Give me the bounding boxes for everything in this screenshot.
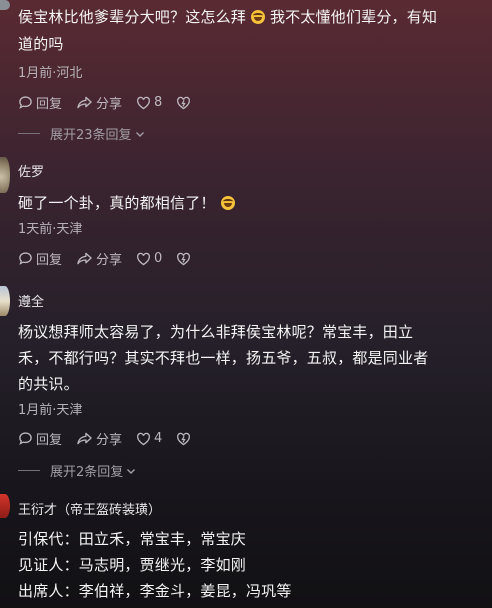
like-button[interactable]: 4	[136, 431, 162, 446]
comment-actions: 回复 分享 8	[18, 93, 208, 112]
like-count: 8	[154, 95, 163, 110]
comment-text: 砸了一个卦，真的都相信了！	[18, 192, 235, 213]
reply-button[interactable]: 回复	[18, 93, 62, 112]
share-arrow-icon	[77, 432, 92, 445]
dislike-heart-icon	[177, 432, 191, 445]
comment-text-line: 杨议想拜师太容易了，为什么非拜侯宝林呢？常宝丰，田立	[18, 323, 414, 341]
comment-actions: 回复 分享 0	[18, 249, 208, 268]
comment-text-line: 见证人：马志明，贾继光，李如刚	[18, 556, 247, 574]
heart-icon	[137, 252, 150, 265]
avatar[interactable]	[0, 157, 10, 193]
comment-meta: 1月前·天津	[18, 403, 83, 418]
dislike-heart-icon	[177, 252, 191, 265]
expand-replies-label: 展开2条回复	[50, 465, 124, 480]
share-label: 分享	[96, 97, 123, 112]
comment-meta: 1月前·河北	[18, 66, 83, 81]
username[interactable]: 王衍才（帝王盔砖装璜）	[18, 499, 161, 518]
laugh-emoji-icon	[220, 196, 235, 210]
share-button[interactable]: 分享	[76, 93, 122, 112]
avatar[interactable]	[0, 0, 10, 10]
share-button[interactable]: 分享	[76, 429, 122, 448]
chevron-down-icon	[127, 468, 136, 474]
chat-bubble-icon	[19, 252, 32, 265]
username[interactable]: 遵全	[18, 291, 44, 310]
heart-icon	[137, 96, 150, 109]
comment-text: 侯宝林比他爹辈分大吧？这怎么拜 我不太懂他们辈分，有知	[18, 6, 437, 27]
chevron-down-icon	[135, 131, 144, 137]
dislike-button[interactable]	[176, 432, 194, 446]
comment-text-line: 禾，不都行吗？其实不拜也一样，扬五爷，五叔，都是同业者	[18, 349, 429, 367]
comment-text-line: 道的吗	[18, 35, 64, 53]
share-button[interactable]: 分享	[76, 249, 122, 268]
avatar[interactable]	[0, 494, 10, 518]
comment-text-part: 我不太懂他们辈分，有知	[269, 8, 438, 26]
comment-text-line: 出席人：李伯祥，李金斗，姜昆，冯巩等	[18, 582, 292, 600]
heart-icon	[137, 432, 150, 445]
like-count: 0	[154, 251, 163, 266]
comment-text-line: 的共识。	[18, 375, 79, 393]
laugh-emoji-icon	[250, 10, 265, 24]
reply-button[interactable]: 回复	[18, 249, 62, 268]
reply-label: 回复	[36, 97, 63, 112]
share-label: 分享	[96, 253, 123, 268]
comment-meta: 1天前·天津	[18, 222, 83, 237]
reply-label: 回复	[36, 253, 63, 268]
username[interactable]: 佐罗	[18, 161, 44, 180]
reply-button[interactable]: 回复	[18, 429, 62, 448]
like-button[interactable]: 8	[136, 95, 162, 110]
share-arrow-icon	[77, 96, 92, 109]
comment-actions: 回复 分享 4	[18, 429, 208, 448]
reply-label: 回复	[36, 433, 63, 448]
divider-dash	[18, 470, 40, 471]
comment-text-part: 侯宝林比他爹辈分大吧？这怎么拜	[18, 8, 247, 26]
expand-replies-button[interactable]: 展开23条回复	[18, 124, 146, 143]
share-label: 分享	[96, 433, 123, 448]
expand-replies-button[interactable]: 展开2条回复	[18, 461, 137, 480]
dislike-button[interactable]	[176, 252, 194, 266]
comment-text-part: 砸了一个卦，真的都相信了！	[18, 194, 216, 212]
dislike-button[interactable]	[176, 96, 194, 110]
dislike-heart-icon	[177, 96, 191, 109]
like-button[interactable]: 0	[136, 251, 162, 266]
chat-bubble-icon	[19, 96, 32, 109]
comment-text-line: 引保代：田立禾，常宝丰，常宝庆	[18, 530, 247, 548]
chat-bubble-icon	[19, 432, 32, 445]
avatar[interactable]	[0, 286, 10, 316]
like-count: 4	[154, 431, 163, 446]
expand-replies-label: 展开23条回复	[50, 128, 132, 143]
divider-dash	[18, 133, 40, 134]
share-arrow-icon	[77, 252, 92, 265]
